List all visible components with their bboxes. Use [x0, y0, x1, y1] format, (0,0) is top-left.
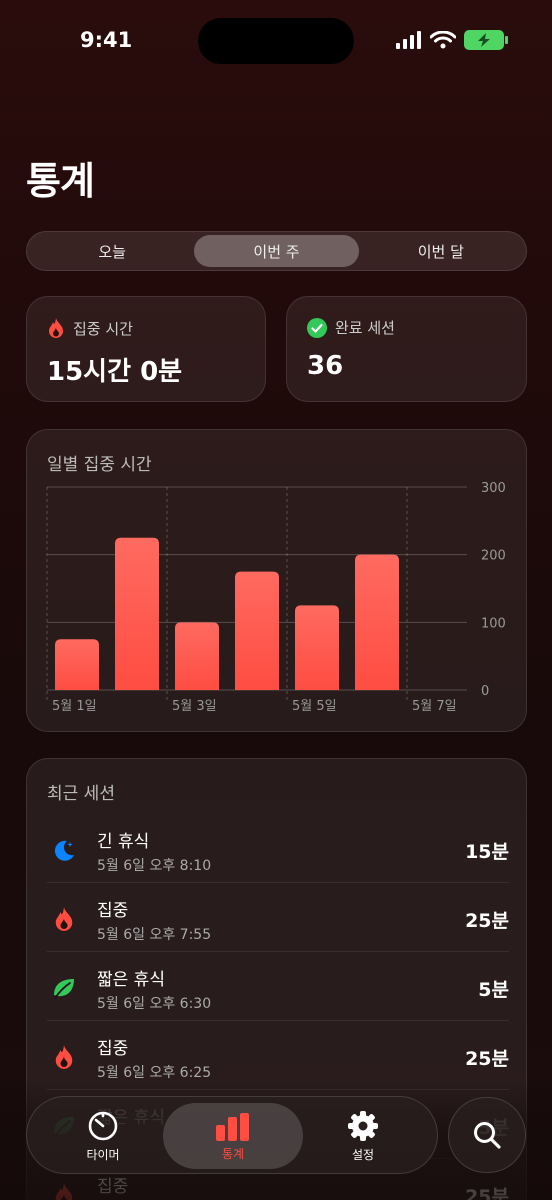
session-duration: 15분	[465, 841, 509, 863]
session-name: 짧은 휴식	[97, 970, 165, 990]
segment-this-week[interactable]: 이번 주	[194, 235, 359, 267]
daily-focus-bar-chart: 0 100 200 300 5월 1일 5월 3일 5월 5일 5월 7일	[46, 481, 506, 714]
y-tick-label: 100	[481, 616, 506, 631]
wifi-icon	[430, 31, 456, 49]
completed-sessions-card: 완료 세션 36	[286, 296, 527, 402]
session-time: 5월 6일 오후 8:10	[97, 858, 212, 874]
session-row[interactable]: 짧은 휴식 5월 6일 오후 6:30 5분	[47, 953, 509, 1021]
status-bar: 9:41	[0, 0, 552, 80]
focus-time-value: 15시간 0분	[47, 357, 183, 387]
battery-icon	[464, 30, 508, 50]
segment-this-month[interactable]: 이번 달	[359, 235, 523, 267]
session-time: 5월 6일 오후 7:55	[97, 927, 212, 943]
chart-icon	[216, 1112, 249, 1141]
session-time: 5월 6일 오후 6:30	[97, 996, 212, 1012]
tab-settings[interactable]: 설정	[293, 1103, 433, 1169]
flame-icon	[51, 1044, 77, 1070]
tab-timer-label: 타이머	[86, 1147, 120, 1162]
y-tick-label: 200	[481, 549, 506, 564]
x-tick-label: 5월 3일	[172, 699, 217, 714]
session-time: 5월 6일 오후 6:25	[97, 1065, 212, 1081]
dynamic-island	[198, 18, 354, 64]
session-duration: 25분	[465, 910, 509, 932]
period-segmented-control: 오늘 이번 주 이번 달	[26, 231, 527, 271]
y-tick-label: 0	[481, 684, 489, 699]
focus-time-card: 집중 시간 15시간 0분	[26, 296, 266, 402]
daily-focus-chart-card: 일별 집중 시간 0 100 200 300 5월 1일 5월 3일 5월 5일 5월 7일	[26, 429, 527, 732]
session-row[interactable]: 집중 5월 6일 오후 7:55 25분	[47, 884, 509, 952]
status-icons	[396, 30, 508, 50]
chart-bar	[235, 571, 279, 690]
tab-stats[interactable]: 통계	[163, 1103, 303, 1169]
gear-icon	[348, 1110, 378, 1141]
cellular-signal-icon	[396, 31, 421, 49]
x-tick-label: 5월 7일	[412, 699, 457, 714]
session-name: 긴 휴식	[97, 832, 150, 852]
tab-bar: 타이머 통계 설정	[26, 1096, 438, 1174]
flame-icon	[49, 318, 63, 338]
status-time: 9:41	[80, 28, 133, 52]
focus-time-label-row: 집중 시간	[47, 317, 133, 339]
completed-label: 완료 세션	[335, 319, 395, 337]
flame-icon	[51, 906, 77, 932]
focus-time-label: 집중 시간	[73, 319, 133, 338]
session-row[interactable]: 긴 휴식 5월 6일 오후 8:10 15분	[47, 815, 509, 883]
completed-value: 36	[307, 351, 344, 381]
session-name: 집중	[97, 1039, 129, 1059]
session-duration: 5분	[478, 979, 509, 1001]
leaf-icon	[51, 975, 77, 1001]
recent-sessions-title: 최근 세션	[47, 784, 115, 804]
search-icon	[474, 1122, 501, 1149]
chart-bar	[55, 639, 99, 690]
timer-icon	[88, 1111, 118, 1140]
check-circle-icon	[307, 317, 327, 338]
search-button[interactable]	[448, 1097, 526, 1173]
session-name: 집중	[97, 901, 129, 921]
charging-bolt-icon	[478, 33, 490, 47]
tab-timer[interactable]: 타이머	[33, 1103, 173, 1169]
session-duration: 25분	[465, 1048, 509, 1070]
chart-bar	[295, 605, 339, 690]
segment-today[interactable]: 오늘	[30, 235, 194, 267]
x-tick-label: 5월 5일	[292, 699, 337, 714]
completed-label-row: 완료 세션	[307, 317, 395, 338]
chart-bar	[355, 554, 399, 690]
tab-stats-label: 통계	[221, 1146, 245, 1161]
tab-settings-label: 설정	[351, 1147, 375, 1162]
x-tick-label: 5월 1일	[52, 699, 97, 714]
page-title: 통계	[26, 159, 95, 203]
chart-bar	[175, 622, 219, 690]
moon-icon	[51, 837, 77, 863]
y-tick-label: 300	[481, 481, 506, 496]
chart-bar	[115, 537, 159, 690]
